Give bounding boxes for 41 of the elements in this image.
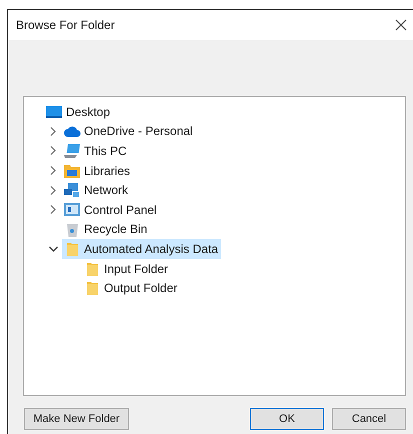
tree-item[interactable]: Control Panel [62,200,160,220]
tree-item-label: Desktop [66,104,110,121]
monitor-icon [46,106,62,118]
tree-item[interactable]: Libraries [62,160,134,180]
folder-icon [66,242,78,256]
tree-item-label: Output Folder [104,280,178,298]
tree-item-label: Libraries [84,162,130,180]
tree-item-label: OneDrive - Personal [84,123,193,140]
tree-item[interactable]: Output Folder [82,278,180,298]
tree-item[interactable]: Network [62,180,132,200]
chevron-right-icon[interactable] [50,186,56,195]
library-folder-icon [64,164,80,178]
tree-item-label: Automated Analysis Data [84,240,218,258]
folder-icon [86,262,98,276]
close-icon[interactable] [395,19,407,31]
tree-item[interactable]: Input Folder [82,258,172,278]
tree-item-label: Control Panel [84,202,157,219]
tree-item-label: Input Folder [104,260,168,278]
chevron-right-icon[interactable] [50,166,56,176]
chevron-right-icon[interactable] [50,126,56,136]
chevron-down-icon[interactable] [48,246,58,252]
ok-button[interactable]: OK [250,408,324,430]
cloud-icon [64,126,80,137]
tree-item-label: Recycle Bin [84,221,148,238]
chevron-right-icon[interactable] [50,146,56,156]
chevron-right-icon[interactable] [50,205,56,214]
cancel-button[interactable]: Cancel [332,408,406,430]
network-icon [64,183,80,198]
folder-icon [86,281,98,296]
tree-item[interactable]: OneDrive - Personal [62,122,196,142]
tree-item[interactable]: Desktop [44,102,114,122]
tree-item-label: Network [84,182,128,200]
tree-item-label: This PC [84,142,127,160]
tree-item[interactable]: Automated Analysis Data [62,239,222,259]
tree-item[interactable]: Recycle Bin [62,220,150,240]
make-new-folder-button[interactable]: Make New Folder [24,408,129,430]
recycle-bin-icon [66,222,78,237]
control-panel-icon [64,203,80,216]
tree-item[interactable]: This PC [62,141,130,161]
computer-icon [64,144,80,158]
window-title: Browse For Folder [16,17,115,34]
